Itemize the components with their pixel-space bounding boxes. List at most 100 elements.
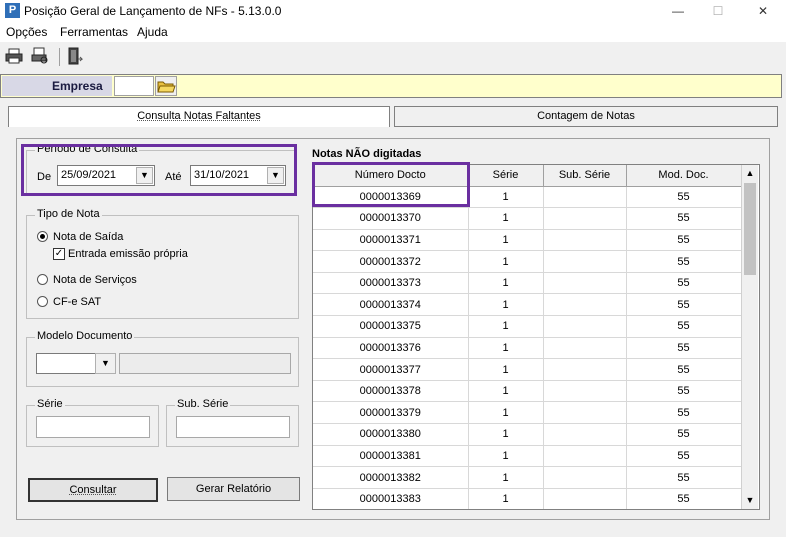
cell-mod-doc[interactable]: 55 [626, 229, 742, 252]
cell-numero-docto[interactable]: 0000013369 [313, 186, 469, 209]
cell-sub-serie[interactable] [543, 380, 627, 403]
table-row[interactable]: 0000013372 1 55 [313, 250, 742, 273]
close-button[interactable]: ✕ [745, 0, 781, 22]
minimize-button[interactable]: — [660, 0, 696, 22]
radio-cfe-sat[interactable] [37, 296, 48, 307]
menu-opcoes[interactable]: Opções [6, 25, 47, 39]
table-row[interactable]: 0000013378 1 55 [313, 380, 742, 403]
cell-serie[interactable]: 1 [468, 337, 544, 360]
table-row[interactable]: 0000013371 1 55 [313, 229, 742, 252]
empresa-input[interactable] [114, 76, 154, 96]
tab-contagem-de-notas[interactable]: Contagem de Notas [394, 106, 778, 127]
cell-mod-doc[interactable]: 55 [626, 401, 742, 425]
maximize-button[interactable]: ☐ [700, 0, 736, 22]
cell-mod-doc[interactable]: 55 [626, 488, 742, 509]
cell-sub-serie[interactable] [543, 337, 627, 360]
ate-date-picker[interactable]: 31/10/2021 ▼ [190, 165, 286, 186]
menu-ajuda[interactable]: Ajuda [137, 25, 168, 39]
chevron-down-icon[interactable]: ▼ [136, 167, 153, 184]
cell-numero-docto[interactable]: 0000013382 [313, 466, 469, 489]
tab-consulta-notas-faltantes[interactable]: Consulta Notas Faltantes [8, 106, 390, 127]
radio-nota-saida[interactable] [37, 231, 48, 242]
print-preview-icon[interactable] [31, 47, 49, 65]
menu-ferramentas[interactable]: Ferramentas [60, 25, 128, 39]
cell-sub-serie[interactable] [543, 488, 627, 509]
table-row[interactable]: 0000013377 1 55 [313, 358, 742, 381]
cell-numero-docto[interactable]: 0000013377 [313, 358, 469, 381]
cell-mod-doc[interactable]: 55 [626, 293, 742, 317]
cell-mod-doc[interactable]: 55 [626, 423, 742, 446]
cell-serie[interactable]: 1 [468, 445, 544, 468]
table-row[interactable]: 0000013380 1 55 [313, 423, 742, 446]
table-row[interactable]: 0000013383 1 55 [313, 488, 742, 509]
column-header-serie[interactable]: Série [468, 165, 544, 187]
table-row[interactable]: 0000013370 1 55 [313, 207, 742, 230]
open-folder-icon[interactable] [155, 76, 177, 96]
cell-serie[interactable]: 1 [468, 466, 544, 489]
cell-serie[interactable]: 1 [468, 272, 544, 295]
cell-sub-serie[interactable] [543, 401, 627, 425]
grid-scrollbar[interactable]: ▲ ▼ [741, 165, 758, 509]
cell-mod-doc[interactable]: 55 [626, 445, 742, 468]
table-row[interactable]: 0000013379 1 55 [313, 401, 742, 425]
de-date-picker[interactable]: 25/09/2021 ▼ [57, 165, 155, 186]
cell-serie[interactable]: 1 [468, 293, 544, 317]
chevron-down-icon[interactable]: ▼ [267, 167, 284, 184]
cell-numero-docto[interactable]: 0000013383 [313, 488, 469, 509]
column-header-numero-docto[interactable]: Número Docto [313, 165, 469, 187]
serie-input[interactable] [36, 416, 150, 438]
cell-numero-docto[interactable]: 0000013372 [313, 250, 469, 273]
cell-mod-doc[interactable]: 55 [626, 250, 742, 273]
cell-serie[interactable]: 1 [468, 358, 544, 381]
cell-serie[interactable]: 1 [468, 186, 544, 209]
cell-numero-docto[interactable]: 0000013381 [313, 445, 469, 468]
table-row[interactable]: 0000013381 1 55 [313, 445, 742, 468]
cell-numero-docto[interactable]: 0000013380 [313, 423, 469, 446]
cell-mod-doc[interactable]: 55 [626, 337, 742, 360]
cell-serie[interactable]: 1 [468, 229, 544, 252]
printer-icon[interactable] [5, 47, 23, 65]
cell-numero-docto[interactable]: 0000013373 [313, 272, 469, 295]
cell-mod-doc[interactable]: 55 [626, 272, 742, 295]
table-row[interactable]: 0000013375 1 55 [313, 315, 742, 338]
cell-sub-serie[interactable] [543, 315, 627, 338]
cell-mod-doc[interactable]: 55 [626, 380, 742, 403]
chevron-down-icon[interactable]: ▼ [95, 353, 116, 374]
scroll-thumb[interactable] [744, 183, 756, 275]
gerar-relatorio-button[interactable]: Gerar Relatório [167, 477, 300, 501]
cell-mod-doc[interactable]: 55 [626, 315, 742, 338]
cell-sub-serie[interactable] [543, 207, 627, 230]
table-row[interactable]: 0000013382 1 55 [313, 466, 742, 489]
cell-serie[interactable]: 1 [468, 315, 544, 338]
table-row[interactable]: 0000013369 1 55 [313, 186, 742, 209]
cell-mod-doc[interactable]: 55 [626, 186, 742, 209]
scroll-up-icon[interactable]: ▲ [742, 165, 758, 182]
cell-sub-serie[interactable] [543, 250, 627, 273]
cell-serie[interactable]: 1 [468, 401, 544, 425]
cell-sub-serie[interactable] [543, 423, 627, 446]
sub-serie-input[interactable] [176, 416, 290, 438]
cell-numero-docto[interactable]: 0000013374 [313, 293, 469, 317]
checkbox-entrada-emissao-propria[interactable]: ✓ [53, 248, 65, 260]
scroll-down-icon[interactable]: ▼ [742, 492, 758, 509]
cell-numero-docto[interactable]: 0000013371 [313, 229, 469, 252]
cell-sub-serie[interactable] [543, 272, 627, 295]
cell-mod-doc[interactable]: 55 [626, 358, 742, 381]
cell-numero-docto[interactable]: 0000013370 [313, 207, 469, 230]
consultar-button[interactable]: Consultar [28, 478, 158, 502]
cell-mod-doc[interactable]: 55 [626, 466, 742, 489]
table-row[interactable]: 0000013376 1 55 [313, 337, 742, 360]
exit-door-icon[interactable] [65, 47, 84, 65]
column-header-mod-doc[interactable]: Mod. Doc. [626, 165, 742, 187]
cell-serie[interactable]: 1 [468, 423, 544, 446]
notas-grid[interactable]: Número Docto Série Sub. Série Mod. Doc. … [312, 164, 760, 510]
radio-nota-servicos[interactable] [37, 274, 48, 285]
cell-sub-serie[interactable] [543, 466, 627, 489]
cell-serie[interactable]: 1 [468, 488, 544, 509]
cell-mod-doc[interactable]: 55 [626, 207, 742, 230]
cell-serie[interactable]: 1 [468, 250, 544, 273]
cell-sub-serie[interactable] [543, 229, 627, 252]
column-header-sub-serie[interactable]: Sub. Série [543, 165, 627, 187]
table-row[interactable]: 0000013373 1 55 [313, 272, 742, 295]
cell-numero-docto[interactable]: 0000013379 [313, 401, 469, 425]
